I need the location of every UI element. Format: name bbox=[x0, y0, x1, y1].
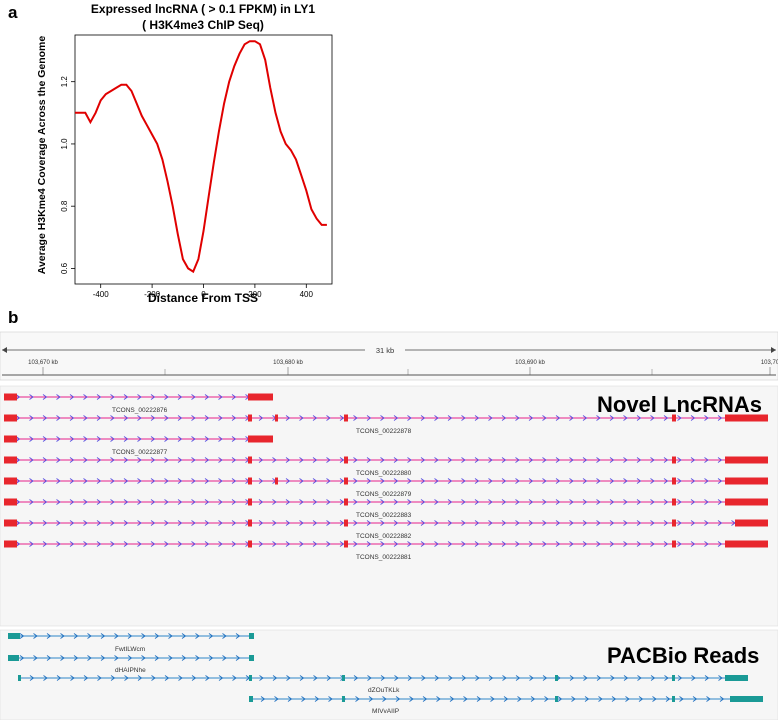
track-label: MIVvAIIP bbox=[372, 708, 399, 715]
exon bbox=[4, 414, 17, 422]
exon bbox=[672, 540, 676, 548]
span-label: 31 kb bbox=[376, 346, 394, 355]
exon bbox=[248, 456, 252, 464]
exon bbox=[248, 393, 273, 401]
exon bbox=[342, 675, 345, 681]
track-label: dZOuTKLk bbox=[368, 687, 400, 694]
ruler-position-label: 103,70 bbox=[761, 360, 778, 366]
y-tick-label: 1.2 bbox=[60, 76, 69, 88]
coverage-line bbox=[75, 40, 327, 274]
track-label: dHAIPNhe bbox=[115, 667, 146, 674]
exon bbox=[249, 696, 253, 702]
track-label: FwtILWcm bbox=[115, 646, 145, 653]
exon bbox=[18, 675, 21, 681]
exon bbox=[344, 477, 348, 485]
exon bbox=[248, 414, 252, 422]
exon bbox=[8, 655, 19, 661]
exon bbox=[672, 675, 675, 681]
exon bbox=[344, 519, 348, 527]
exon bbox=[555, 675, 558, 681]
track-label: TCONS_00222876 bbox=[112, 407, 168, 414]
coverage-chart: Expressed lncRNA ( > 0.1 FPKM) in LY1 ( … bbox=[36, 2, 333, 305]
exon bbox=[275, 414, 278, 422]
exon bbox=[555, 696, 558, 702]
exon bbox=[725, 498, 768, 506]
track-label: TCONS_00222882 bbox=[356, 533, 412, 540]
exon bbox=[8, 633, 20, 639]
track-label: TCONS_00222880 bbox=[356, 470, 412, 477]
exon bbox=[344, 456, 348, 464]
exon bbox=[249, 633, 254, 639]
exon bbox=[249, 655, 254, 661]
panel-b-letter: b bbox=[8, 308, 19, 327]
exon bbox=[248, 519, 252, 527]
exon bbox=[672, 696, 675, 702]
exon bbox=[248, 477, 252, 485]
exon bbox=[248, 498, 252, 506]
track-label: TCONS_00222878 bbox=[356, 428, 412, 435]
exon bbox=[725, 540, 768, 548]
plot-frame bbox=[74, 34, 333, 285]
track-label: TCONS_00222883 bbox=[356, 512, 412, 519]
chart-title-line2: ( H3K4me3 ChIP Seq) bbox=[142, 18, 264, 32]
track-label: TCONS_00222879 bbox=[356, 491, 412, 498]
lncrna-panel bbox=[0, 385, 778, 627]
track-label: TCONS_00222877 bbox=[112, 449, 168, 456]
exon bbox=[4, 498, 17, 506]
exon bbox=[4, 540, 17, 548]
exon bbox=[275, 477, 278, 485]
ruler-position-label: 103,680 kb bbox=[273, 360, 303, 366]
exon bbox=[672, 456, 676, 464]
y-tick-label: 1.0 bbox=[60, 138, 69, 150]
exon bbox=[672, 477, 676, 485]
pacbio-section-label: PACBio Reads bbox=[607, 643, 759, 668]
exon bbox=[4, 477, 17, 485]
chart-title-line1: Expressed lncRNA ( > 0.1 FPKM) in LY1 bbox=[91, 2, 316, 16]
y-axis-title: Average H3Kme4 Coverage Across the Genom… bbox=[36, 36, 48, 275]
x-tick-label: 400 bbox=[300, 290, 314, 299]
exon bbox=[344, 540, 348, 548]
exon bbox=[4, 435, 17, 443]
exon bbox=[248, 540, 252, 548]
exon bbox=[344, 498, 348, 506]
exon bbox=[735, 519, 768, 527]
track-label: TCONS_00222881 bbox=[356, 554, 412, 561]
exon bbox=[4, 519, 17, 527]
lncrna-section-label: Novel LncRNAs bbox=[597, 392, 762, 417]
genome-browser: 31 kb 103,670 kb 103,680 kb 103,690 kb 103,… bbox=[0, 331, 778, 720]
exon bbox=[672, 519, 676, 527]
exon bbox=[725, 675, 748, 681]
x-axis-title: Distance From TSS bbox=[148, 291, 258, 305]
exon bbox=[672, 498, 676, 506]
exon bbox=[725, 456, 768, 464]
exon bbox=[248, 435, 273, 443]
exon bbox=[344, 414, 348, 422]
exon bbox=[730, 696, 763, 702]
exon bbox=[725, 477, 768, 485]
exon bbox=[4, 456, 17, 464]
y-tick-label: 0.8 bbox=[60, 200, 69, 212]
exon bbox=[342, 696, 345, 702]
exon bbox=[249, 675, 252, 681]
ruler-position-label: 103,690 kb bbox=[515, 360, 545, 366]
exon bbox=[4, 393, 17, 401]
ruler-position-label: 103,670 kb bbox=[28, 360, 58, 366]
x-tick-label: -400 bbox=[93, 290, 110, 299]
y-axis: 0.6 0.8 1.0 1.2 bbox=[60, 76, 75, 274]
y-tick-label: 0.6 bbox=[60, 262, 69, 274]
